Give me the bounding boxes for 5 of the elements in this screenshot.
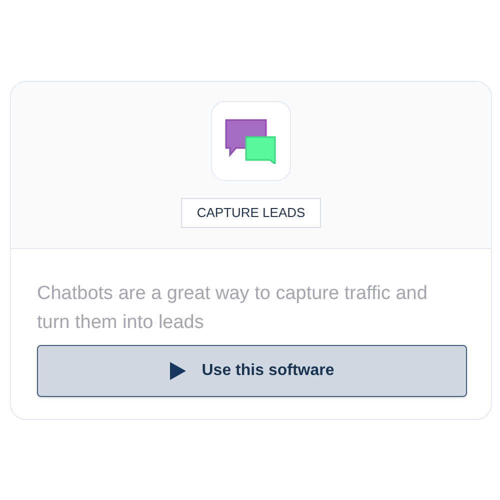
description: Chatbots are a great way to capture traffic and turn them into leads (37, 282, 428, 335)
play-icon (170, 362, 186, 380)
chat-bubbles-icon (224, 118, 278, 164)
use-software-button[interactable]: Use this software (37, 345, 467, 397)
category-tag: CAPTURE LEADS (180, 198, 322, 228)
